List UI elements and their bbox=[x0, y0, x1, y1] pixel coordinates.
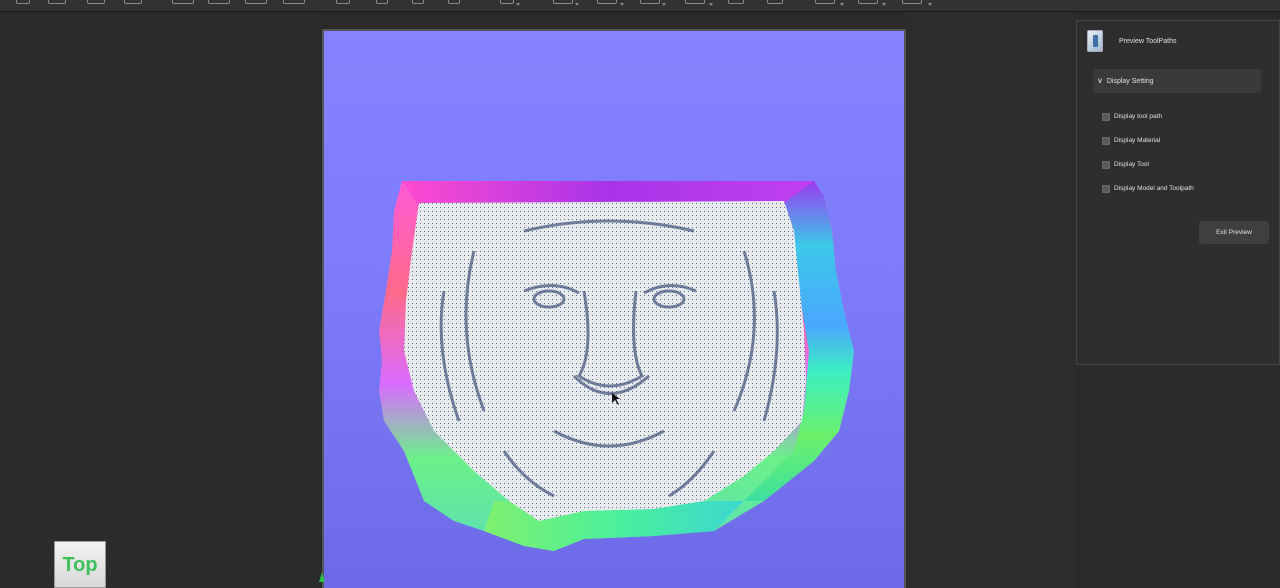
chevron-down-icon[interactable] bbox=[575, 3, 579, 6]
open-icon[interactable] bbox=[48, 0, 66, 4]
option-label: Display Model and Toolpath bbox=[1114, 185, 1194, 192]
file-new-icon[interactable] bbox=[16, 0, 30, 4]
view-cube-top[interactable]: Top bbox=[54, 541, 106, 588]
checkbox[interactable] bbox=[1102, 113, 1110, 121]
main-toolbar bbox=[0, 0, 1280, 12]
option-label: Display tool path bbox=[1114, 113, 1163, 120]
chevron-down-icon[interactable] bbox=[928, 3, 932, 6]
layer-icon[interactable] bbox=[685, 0, 705, 4]
chevron-down-icon[interactable] bbox=[516, 3, 520, 6]
save-icon[interactable] bbox=[87, 0, 105, 4]
checkbox[interactable] bbox=[1102, 137, 1110, 145]
view-front-icon[interactable] bbox=[172, 0, 194, 4]
right-workspace bbox=[906, 12, 1076, 588]
window-icon[interactable] bbox=[902, 0, 922, 4]
panel-title: Preview ToolPaths bbox=[1119, 38, 1177, 45]
rotate-icon[interactable] bbox=[412, 0, 424, 4]
view-back-icon[interactable] bbox=[208, 0, 230, 4]
checkbox[interactable] bbox=[1102, 185, 1110, 193]
export-icon[interactable] bbox=[815, 0, 835, 4]
move-icon[interactable] bbox=[376, 0, 388, 4]
simulate-icon[interactable] bbox=[597, 0, 617, 4]
chevron-down-icon[interactable] bbox=[709, 3, 713, 6]
left-workspace bbox=[0, 12, 320, 588]
measure-icon[interactable] bbox=[640, 0, 660, 4]
settings-icon[interactable] bbox=[767, 0, 783, 4]
view-left-icon[interactable] bbox=[245, 0, 267, 4]
chevron-down-icon[interactable] bbox=[882, 3, 886, 6]
tool-icon[interactable] bbox=[500, 0, 514, 4]
preview-toolpaths-panel: Preview ToolPaths ∨ Display Setting Displ… bbox=[1076, 20, 1280, 365]
section-title: Display Setting bbox=[1106, 78, 1154, 85]
scale-icon[interactable] bbox=[448, 0, 460, 4]
preview-toolpaths-icon bbox=[1087, 30, 1103, 52]
3d-viewport[interactable] bbox=[322, 29, 906, 588]
relief-preview bbox=[379, 181, 854, 551]
import-icon[interactable] bbox=[124, 0, 142, 4]
chevron-down-icon[interactable] bbox=[620, 3, 624, 6]
display-setting-header[interactable]: ∨ Display Setting bbox=[1093, 69, 1261, 93]
exit-preview-button[interactable]: Exit Preview bbox=[1199, 221, 1269, 244]
option-label: Display Material bbox=[1114, 137, 1161, 144]
help-icon[interactable] bbox=[858, 0, 878, 4]
toolpath-icon[interactable] bbox=[553, 0, 573, 4]
checkbox[interactable] bbox=[1102, 161, 1110, 169]
chevron-down-icon[interactable] bbox=[662, 3, 666, 6]
select-icon[interactable] bbox=[336, 0, 350, 4]
axis-indicator-icon bbox=[319, 572, 325, 582]
option-label: Display Tool bbox=[1114, 161, 1149, 168]
view-right-icon[interactable] bbox=[283, 0, 305, 4]
material-icon[interactable] bbox=[728, 0, 744, 4]
chevron-down-icon[interactable] bbox=[840, 3, 844, 6]
chevron-down-icon: ∨ bbox=[1097, 76, 1103, 85]
